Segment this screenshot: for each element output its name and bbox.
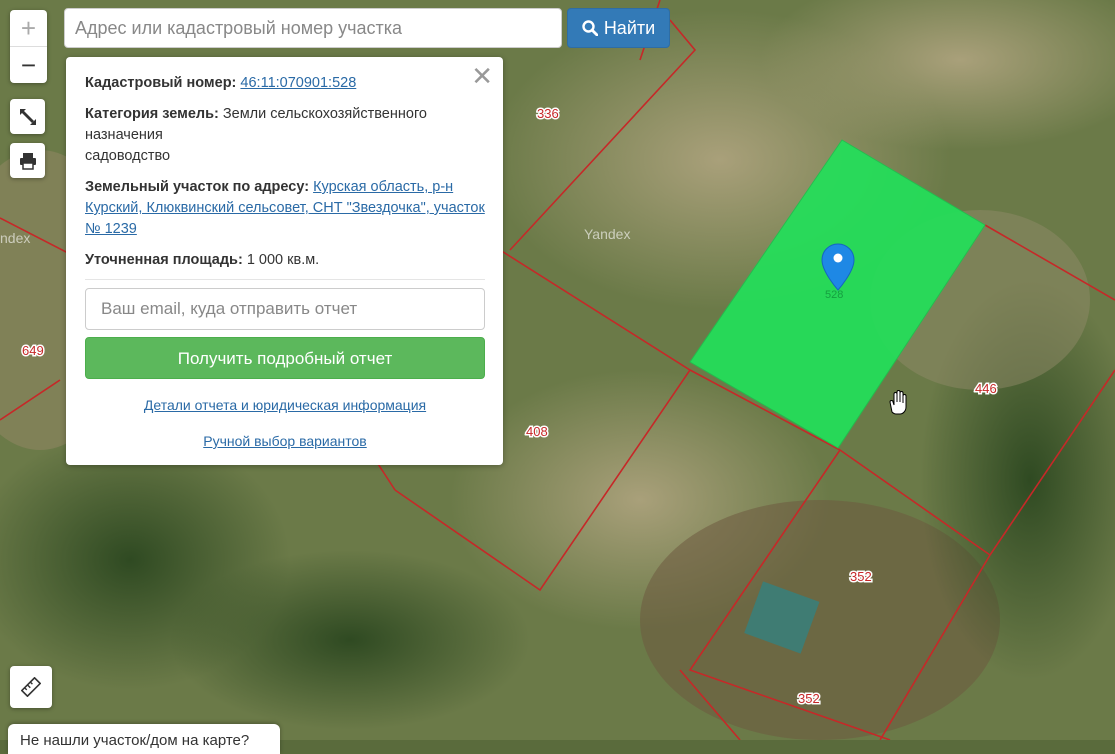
ruler-icon: [21, 677, 41, 697]
manual-link-row: Ручной выбор вариантов: [85, 431, 485, 452]
get-report-button[interactable]: Получить подробный отчет: [85, 337, 485, 379]
close-icon[interactable]: ✕: [471, 63, 493, 89]
area-value: 1 000 кв.м.: [246, 252, 320, 268]
zoom-in-button[interactable]: +: [10, 10, 47, 47]
not-found-tab[interactable]: Не нашли участок/дом на карте?: [8, 724, 280, 754]
cadastral-number-link[interactable]: 46:11:070901:528: [240, 75, 356, 91]
cadastral-row: Кадастровый номер: 46:11:070901:528: [85, 73, 485, 94]
fullscreen-button[interactable]: [10, 99, 45, 134]
search-icon: [582, 20, 598, 36]
category-use: садоводство: [85, 148, 171, 164]
parcel-label: 352: [798, 691, 820, 706]
printer-icon: [19, 152, 36, 170]
zoom-control: + −: [10, 10, 47, 83]
email-field[interactable]: [85, 288, 485, 330]
address-label: Земельный участок по адресу:: [85, 179, 310, 195]
category-label: Категория земель:: [85, 106, 219, 122]
parcel-label: 446: [975, 381, 997, 396]
parcel-label: 352: [850, 569, 872, 584]
parcel-label: 336: [537, 106, 559, 121]
cadastral-label: Кадастровый номер:: [85, 75, 237, 91]
selected-parcel-label: 528: [825, 289, 843, 301]
report-details-link[interactable]: Детали отчета и юридическая информация: [144, 397, 426, 413]
details-link-row: Детали отчета и юридическая информация: [85, 395, 485, 416]
map-watermark: ndex: [0, 230, 30, 246]
parcel-label: 649: [22, 343, 44, 358]
area-row: Уточненная площадь: 1 000 кв.м.: [85, 250, 485, 271]
map-watermark: Yandex: [584, 226, 630, 242]
search-button-label: Найти: [603, 17, 656, 38]
print-button[interactable]: [10, 143, 45, 178]
address-row: Земельный участок по адресу: Курская обл…: [85, 177, 485, 240]
manual-selection-link[interactable]: Ручной выбор вариантов: [203, 433, 367, 449]
parcel-info-panel: ✕ Кадастровый номер: 46:11:070901:528 Ка…: [66, 57, 503, 465]
expand-icon: [19, 108, 36, 125]
zoom-out-button[interactable]: −: [10, 47, 47, 83]
search-button[interactable]: Найти: [567, 8, 670, 48]
area-label: Уточненная площадь:: [85, 252, 243, 268]
parcel-label: 408: [526, 424, 548, 439]
category-row: Категория земель: Земли сельскохозяйстве…: [85, 104, 485, 167]
divider: [85, 279, 485, 280]
ruler-button[interactable]: [10, 666, 52, 708]
search-input[interactable]: [64, 8, 562, 48]
